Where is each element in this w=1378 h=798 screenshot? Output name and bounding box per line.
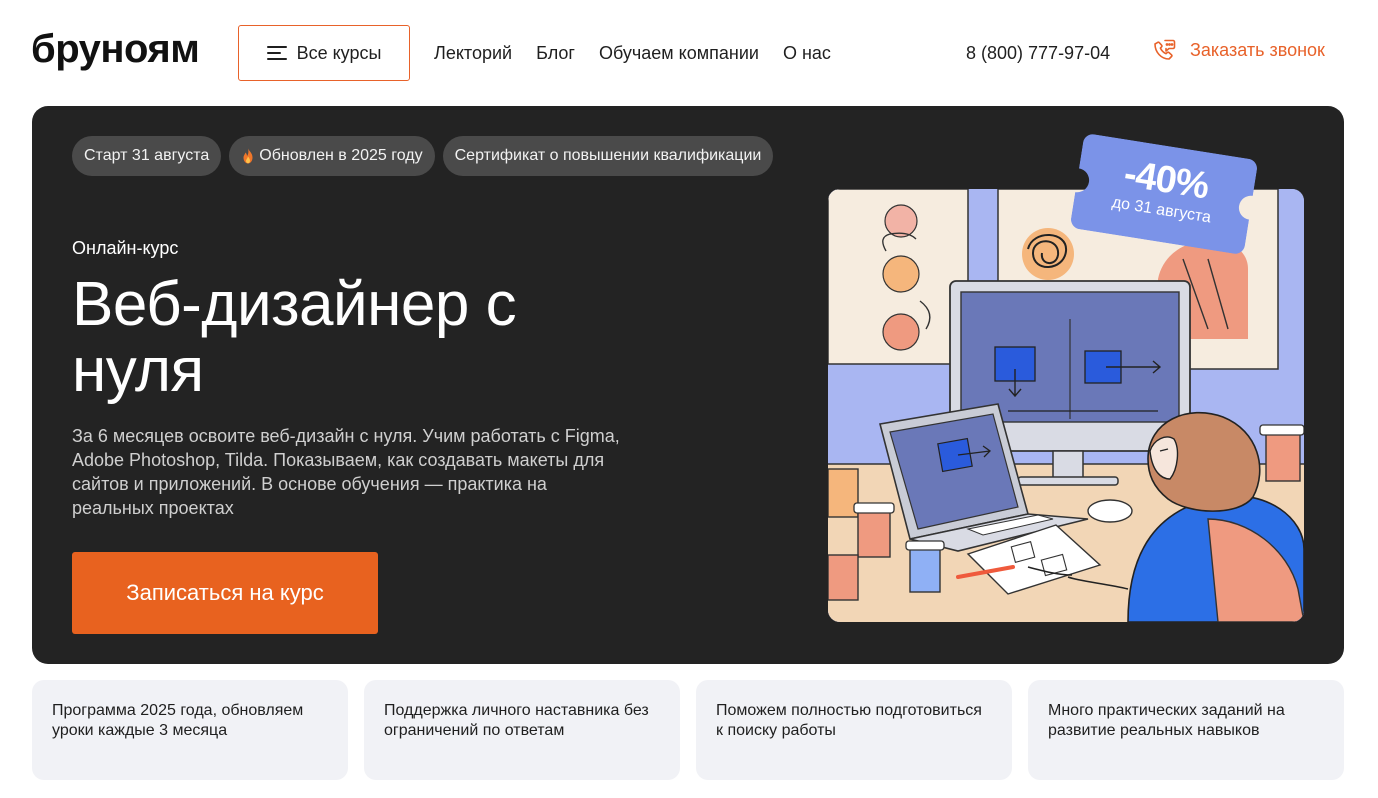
course-description: За 6 месяцев освоите веб-дизайн с нуля. … — [72, 426, 620, 518]
fire-icon — [243, 148, 253, 164]
hero-section: Старт 31 августа Обновлен в 2025 году Се… — [32, 106, 1344, 664]
designer-workspace-illustration — [828, 189, 1304, 622]
callback-label: Заказать звонок — [1190, 39, 1325, 60]
chip-label: Обновлен в 2025 году — [259, 147, 423, 164]
page-title: Веб-дизайнер с нуля — [72, 270, 517, 405]
nav-item-blog[interactable]: Блог — [536, 40, 575, 66]
phone-chat-icon — [1154, 39, 1176, 60]
main-nav: Лекторий Блог Обучаем компании О нас — [434, 40, 831, 66]
burger-menu-icon — [266, 46, 287, 60]
all-courses-label: Все курсы — [296, 42, 382, 63]
chip-label: Старт 31 августа — [84, 147, 210, 164]
chip-updated: Обновлен в 2025 году — [229, 136, 435, 176]
features-list: Программа 2025 года, обновляем уроки каж… — [32, 680, 1344, 780]
nav-item-about[interactable]: О нас — [783, 40, 831, 66]
feature-card: Программа 2025 года, обновляем уроки каж… — [32, 680, 348, 780]
hero-chips: Старт 31 августа Обновлен в 2025 году Се… — [72, 136, 774, 176]
chip-label: Сертификат о повышении квалификации — [454, 147, 762, 164]
feature-card: Много практических заданий на развитие р… — [1028, 680, 1344, 780]
nav-item-lectures[interactable]: Лекторий — [434, 40, 512, 66]
chip-certificate: Сертификат о повышении квалификации — [442, 136, 774, 176]
callback-link[interactable]: Заказать звонок — [1150, 36, 1325, 64]
logo[interactable]: бруноям — [31, 26, 200, 72]
hero-illustration — [828, 189, 1304, 622]
feature-card: Поможем полностью подготовиться к поиску… — [696, 680, 1012, 780]
all-courses-button[interactable]: Все курсы — [238, 25, 410, 81]
enroll-button[interactable]: Записаться на курс — [72, 552, 378, 634]
course-format: Онлайн-курс — [72, 238, 179, 258]
feature-card: Поддержка личного наставника без огранич… — [364, 680, 680, 780]
nav-item-companies[interactable]: Обучаем компании — [599, 40, 759, 66]
site-header: бруноям Все курсы Лекторий Блог Обучаем … — [0, 0, 1378, 106]
phone-number[interactable]: 8 (800) 777-97-04 — [966, 40, 1110, 66]
chip-start-date: Старт 31 августа — [72, 136, 222, 176]
